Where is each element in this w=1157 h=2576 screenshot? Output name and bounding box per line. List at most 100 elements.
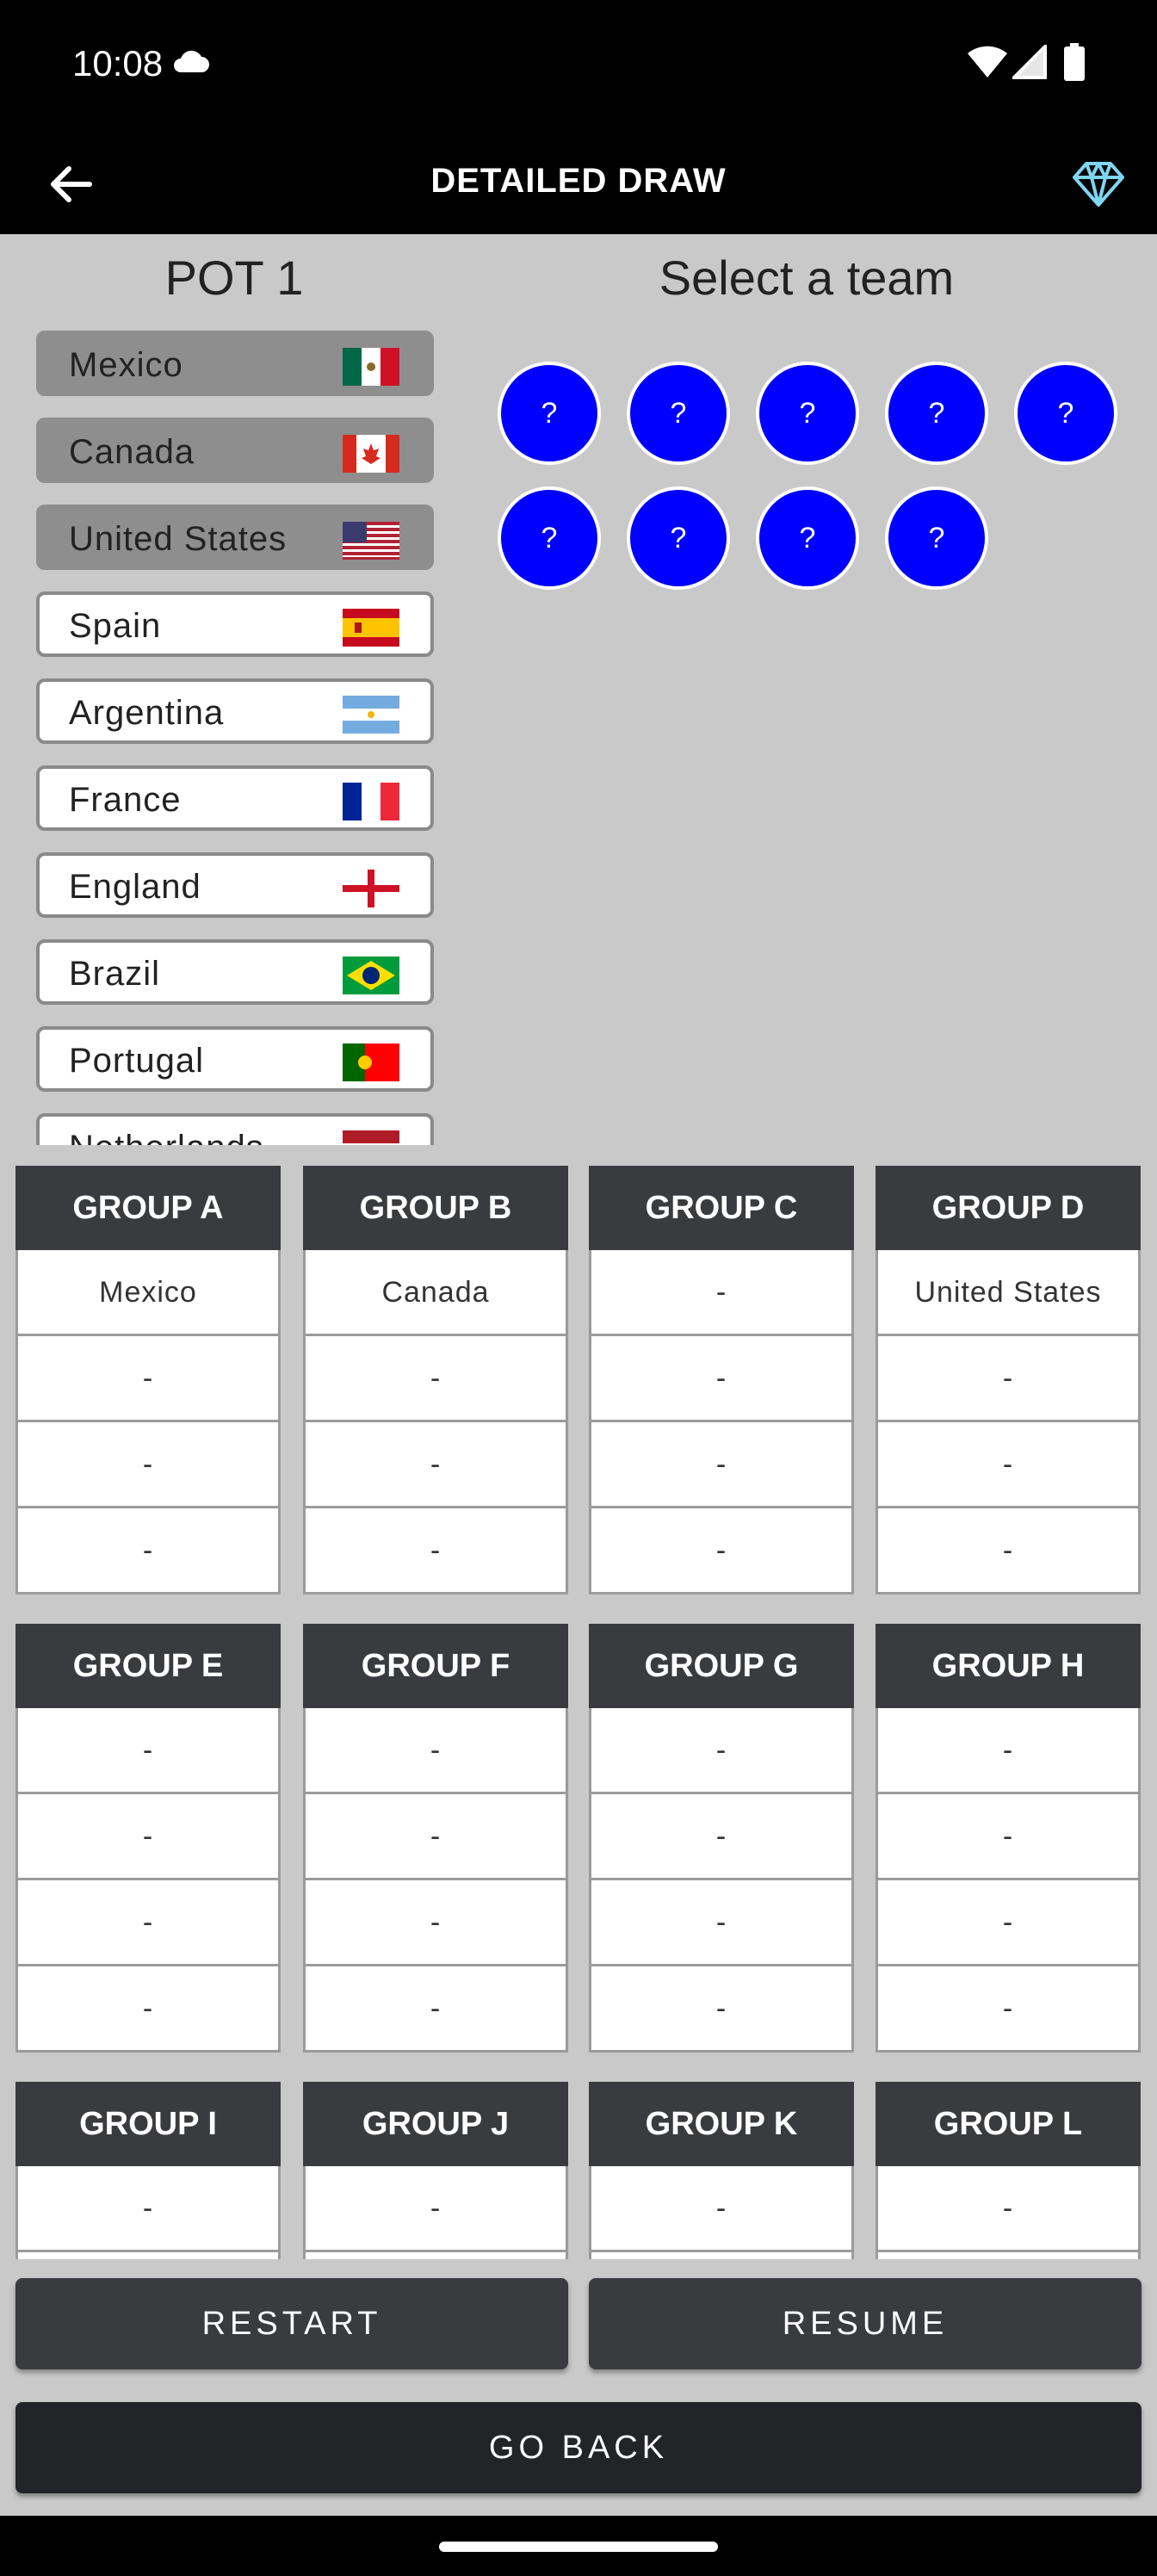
group-slot: Canada	[303, 1250, 568, 1336]
group-slot: -	[875, 1422, 1141, 1508]
draw-ball[interactable]: ?	[756, 362, 859, 465]
group-slot: -	[875, 1794, 1141, 1880]
group-slot: -	[15, 1422, 281, 1508]
group-e: GROUP E - - - -	[15, 1624, 281, 2053]
draw-ball[interactable]: ?	[627, 362, 730, 465]
group-slot: United States	[875, 1250, 1141, 1336]
app-toolbar: DETAILED DRAW	[0, 129, 1157, 234]
signal-icon	[1012, 45, 1047, 79]
diamond-icon[interactable]	[1071, 155, 1126, 210]
spain-flag-icon	[343, 609, 399, 647]
group-slot: -	[589, 1422, 854, 1508]
group-c: GROUP C - - - -	[589, 1166, 854, 1595]
group-slot: -	[303, 2252, 568, 2259]
battery-icon	[1064, 43, 1085, 81]
group-a: GROUP A Mexico - - -	[15, 1166, 281, 1595]
group-slot: -	[15, 1508, 281, 1595]
team-name: Canada	[69, 433, 195, 471]
team-name: Spain	[69, 607, 162, 645]
group-header: GROUP I	[15, 2082, 281, 2166]
group-slot: -	[15, 1336, 281, 1422]
draw-ball[interactable]: ?	[885, 486, 988, 590]
select-team-title: Select a team	[659, 251, 955, 305]
status-bar: 10:08	[0, 0, 1157, 129]
group-header: GROUP F	[303, 1624, 568, 1708]
team-name: Mexico	[69, 346, 183, 384]
draw-ball[interactable]: ?	[498, 362, 601, 465]
france-flag-icon	[343, 783, 399, 820]
team-name: United States	[69, 520, 288, 558]
group-slot: -	[589, 1250, 854, 1336]
group-slot: -	[15, 1708, 281, 1794]
team-item-united-states[interactable]: United States	[36, 505, 434, 570]
brazil-flag-icon	[343, 957, 399, 994]
group-k: GROUP K - - - -	[589, 2082, 854, 2259]
group-slot: Mexico	[15, 1250, 281, 1336]
draw-ball[interactable]: ?	[756, 486, 859, 590]
group-header: GROUP K	[589, 2082, 854, 2166]
group-header: GROUP C	[589, 1166, 854, 1250]
group-slot: -	[875, 1966, 1141, 2053]
group-slot: -	[875, 2166, 1141, 2252]
group-slot: -	[15, 2166, 281, 2252]
draw-ball[interactable]: ?	[498, 486, 601, 590]
group-slot: -	[15, 1966, 281, 2053]
team-item-portugal[interactable]: Portugal	[36, 1026, 434, 1092]
groups-grid[interactable]: GROUP A Mexico - - - GROUP B Canada - - …	[0, 1166, 1157, 2259]
group-d: GROUP D United States - - -	[875, 1166, 1141, 1595]
wifi-icon	[968, 46, 1007, 77]
group-header: GROUP L	[875, 2082, 1141, 2166]
group-slot: -	[303, 1422, 568, 1508]
team-item-canada[interactable]: Canada	[36, 418, 434, 483]
page-title: DETAILED DRAW	[430, 162, 727, 200]
team-name: England	[69, 868, 201, 906]
group-slot: -	[589, 1794, 854, 1880]
draw-ball[interactable]: ?	[1014, 362, 1117, 465]
group-j: GROUP J - - - -	[303, 2082, 568, 2259]
team-item-mexico[interactable]: Mexico	[36, 331, 434, 396]
argentina-flag-icon	[343, 696, 399, 734]
team-item-netherlands[interactable]: Netherlands	[36, 1113, 434, 1145]
group-slot: -	[589, 1508, 854, 1595]
resume-button[interactable]: RESUME	[589, 2278, 1142, 2369]
pot-team-list[interactable]: Mexico Canada United States Spain Argent…	[36, 331, 434, 1145]
team-name: Netherlands	[69, 1129, 264, 1145]
team-item-argentina[interactable]: Argentina	[36, 678, 434, 744]
team-item-england[interactable]: England	[36, 852, 434, 918]
group-h: GROUP H - - - -	[875, 1624, 1141, 2053]
group-header: GROUP A	[15, 1166, 281, 1250]
draw-ball[interactable]: ?	[885, 362, 988, 465]
portugal-flag-icon	[343, 1043, 399, 1081]
mexico-flag-icon	[343, 348, 399, 386]
group-i: GROUP I - - - -	[15, 2082, 281, 2259]
group-header: GROUP B	[303, 1166, 568, 1250]
england-flag-icon	[343, 870, 399, 907]
team-item-brazil[interactable]: Brazil	[36, 939, 434, 1005]
team-name: Portugal	[69, 1042, 204, 1080]
group-b: GROUP B Canada - - -	[303, 1166, 568, 1595]
group-slot: -	[875, 1336, 1141, 1422]
home-indicator[interactable]	[439, 2542, 718, 2552]
group-header: GROUP D	[875, 1166, 1141, 1250]
group-slot: -	[15, 1794, 281, 1880]
pot-title: POT 1	[164, 251, 304, 305]
go-back-button[interactable]: GO BACK	[15, 2402, 1142, 2493]
restart-button[interactable]: RESTART	[15, 2278, 568, 2369]
canada-flag-icon	[343, 435, 399, 473]
group-header: GROUP E	[15, 1624, 281, 1708]
group-slot: -	[875, 1708, 1141, 1794]
group-slot: -	[589, 1880, 854, 1966]
group-header: GROUP H	[875, 1624, 1141, 1708]
group-slot: -	[15, 2252, 281, 2259]
group-slot: -	[589, 1966, 854, 2053]
draw-ball[interactable]: ?	[627, 486, 730, 590]
group-f: GROUP F - - - -	[303, 1624, 568, 2053]
group-slot: -	[589, 1708, 854, 1794]
group-slot: -	[15, 1880, 281, 1966]
group-header: GROUP G	[589, 1624, 854, 1708]
team-item-spain[interactable]: Spain	[36, 591, 434, 657]
group-slot: -	[589, 1336, 854, 1422]
team-item-france[interactable]: France	[36, 765, 434, 831]
status-time: 10:08	[72, 43, 164, 84]
group-slot: -	[875, 1880, 1141, 1966]
